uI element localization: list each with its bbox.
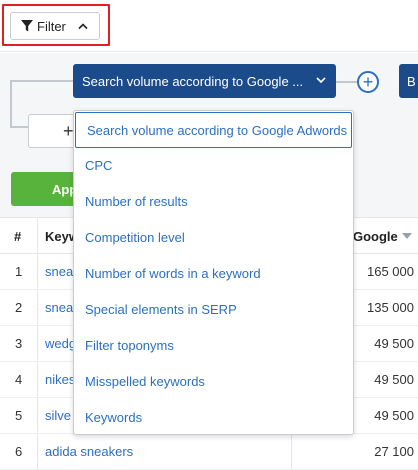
filter-field-select[interactable]: Search volume according to Google ... (73, 64, 336, 98)
search-volume: 135 000 (367, 300, 414, 315)
dropdown-option-search-volume[interactable]: Search volume according to Google Adword… (75, 112, 352, 148)
keyword-link[interactable]: snea (45, 300, 73, 315)
table-row: 6 adida sneakers 27 100 (0, 434, 418, 470)
keyword-link[interactable]: snea (45, 264, 73, 279)
dropdown-option-cpc[interactable]: CPC (74, 147, 353, 183)
top-bar: Filter (0, 0, 418, 52)
keyword-link[interactable]: wedg (45, 336, 76, 351)
sort-down-icon (401, 233, 412, 240)
filter-field-dropdown: Search volume according to Google Adword… (73, 110, 354, 435)
funnel-icon (21, 20, 33, 32)
plus-icon: + (63, 120, 74, 141)
search-volume: 49 500 (374, 408, 414, 423)
header-number: # (14, 229, 22, 244)
keyword-link[interactable]: silve (45, 408, 71, 423)
keyword-link[interactable]: adida sneakers (45, 444, 133, 459)
search-volume: 27 100 (374, 444, 414, 459)
secondary-select-label: B (407, 73, 416, 89)
add-condition-button[interactable]: + (357, 71, 379, 93)
keyword-link[interactable]: nikes (45, 372, 75, 387)
dropdown-option-filter-toponyms[interactable]: Filter toponyms (74, 327, 353, 363)
search-volume: 49 500 (374, 372, 414, 387)
row-number: 1 (15, 264, 23, 279)
dropdown-option-misspelled-keywords[interactable]: Misspelled keywords (74, 363, 353, 399)
chevron-up-icon (78, 22, 88, 30)
header-volume[interactable]: Google (353, 229, 412, 244)
row-number: 3 (15, 336, 23, 351)
filter-toggle-label: Filter (37, 18, 66, 34)
dropdown-option-number-of-words[interactable]: Number of words in a keyword (74, 255, 353, 291)
dropdown-option-competition-level[interactable]: Competition level (74, 219, 353, 255)
dropdown-option-special-elements[interactable]: Special elements in SERP (74, 291, 353, 327)
row-number: 6 (15, 444, 23, 459)
plus-circle-icon: + (362, 72, 374, 92)
search-volume: 165 000 (367, 264, 414, 279)
filter-toggle-button[interactable]: Filter (10, 12, 100, 40)
header-volume-label: Google (353, 229, 398, 244)
search-volume: 49 500 (374, 336, 414, 351)
row-number: 4 (15, 372, 23, 387)
dropdown-option-keywords[interactable]: Keywords (74, 399, 353, 435)
dropdown-option-number-of-results[interactable]: Number of results (74, 183, 353, 219)
condition-connector (336, 81, 358, 83)
secondary-select-button[interactable]: B (399, 64, 418, 98)
row-number: 5 (15, 408, 23, 423)
chevron-down-icon (316, 76, 326, 84)
filter-field-select-label: Search volume according to Google ... (82, 73, 304, 89)
row-number: 2 (15, 300, 23, 315)
